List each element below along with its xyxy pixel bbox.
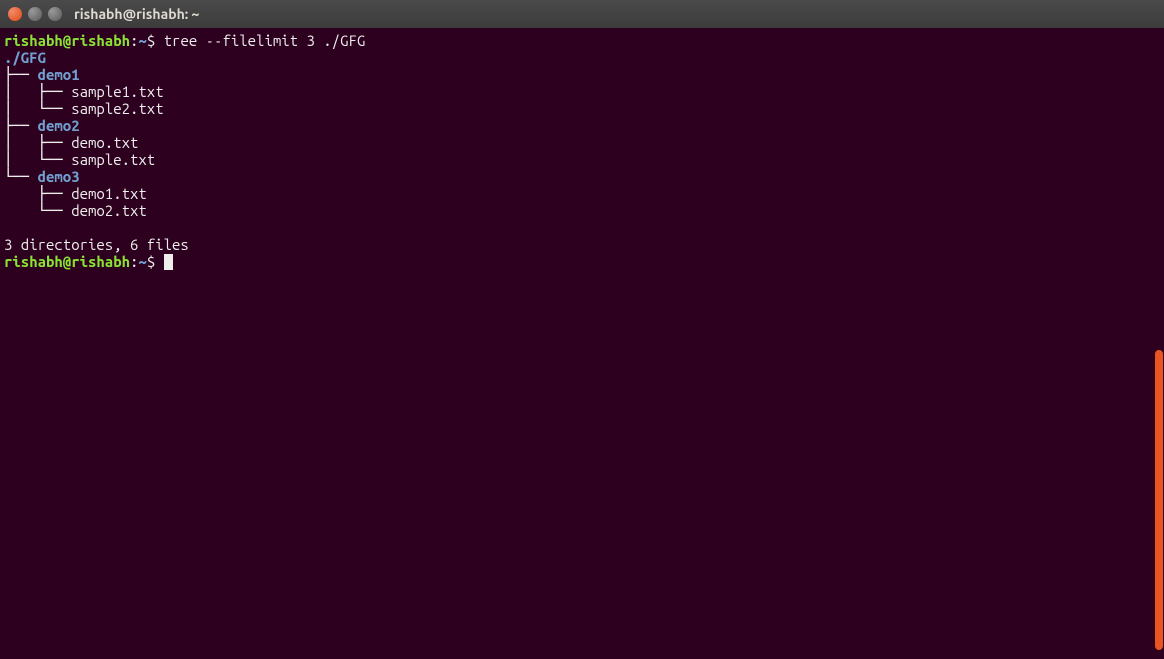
tree-file: sample2.txt <box>71 100 163 117</box>
command-text: tree --filelimit 3 ./GFG <box>164 32 366 49</box>
prompt-path: ~ <box>138 32 146 49</box>
maximize-button[interactable] <box>48 7 62 21</box>
terminal-body[interactable]: rishabh@rishabh:~$ tree --filelimit 3 ./… <box>0 28 1164 659</box>
tree-branch: └── <box>4 168 38 185</box>
tree-branch: ├── <box>4 66 38 83</box>
cursor-icon <box>164 254 173 270</box>
tree-branch: │ └── <box>4 100 71 117</box>
tree-dir: demo1 <box>38 66 80 83</box>
tree-file: sample1.txt <box>71 83 163 100</box>
window-controls <box>8 7 62 21</box>
titlebar: rishabh@rishabh: ~ <box>0 0 1164 28</box>
prompt-dollar: $ <box>147 32 164 49</box>
tree-file: demo2.txt <box>71 202 147 219</box>
tree-dir: demo2 <box>38 117 80 134</box>
prompt-path: ~ <box>138 253 146 270</box>
tree-branch: ├── <box>4 117 38 134</box>
tree-file: demo.txt <box>71 134 138 151</box>
close-button[interactable] <box>8 7 22 21</box>
tree-summary: 3 directories, 6 files <box>4 236 189 253</box>
tree-root: ./GFG <box>4 49 46 66</box>
prompt-dollar: $ <box>147 253 164 270</box>
prompt-user: rishabh@rishabh <box>4 253 130 270</box>
tree-branch: │ ├── <box>4 134 71 151</box>
tree-file: sample.txt <box>71 151 155 168</box>
prompt-user: rishabh@rishabh <box>4 32 130 49</box>
tree-branch: │ └── <box>4 151 71 168</box>
tree-file: demo1.txt <box>71 185 147 202</box>
tree-dir: demo3 <box>38 168 80 185</box>
minimize-button[interactable] <box>28 7 42 21</box>
tree-branch: │ ├── <box>4 83 71 100</box>
window-title: rishabh@rishabh: ~ <box>74 6 199 22</box>
tree-branch: └── <box>4 202 71 219</box>
tree-branch: ├── <box>4 185 71 202</box>
scrollbar[interactable] <box>1155 350 1163 650</box>
